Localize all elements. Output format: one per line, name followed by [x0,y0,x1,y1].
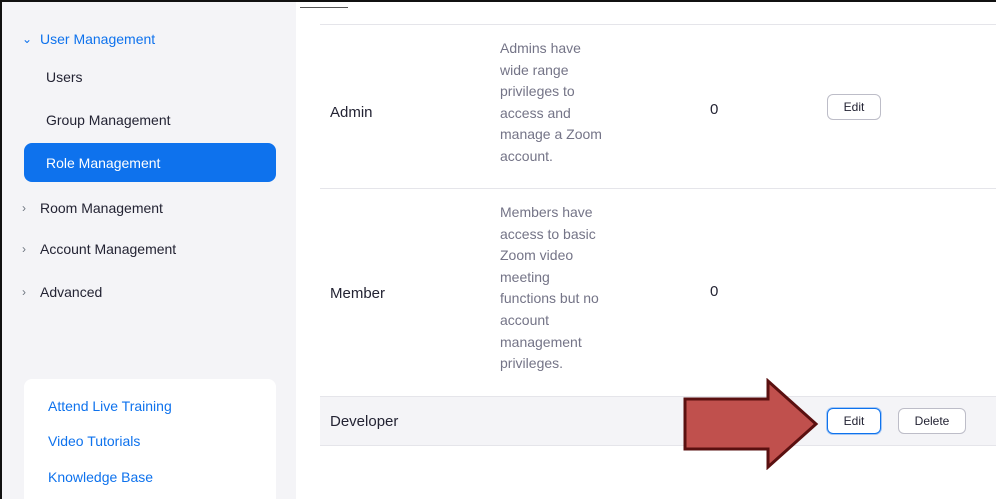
description-line: access to basic [500,225,596,242]
red-arrow-icon [683,378,819,470]
edit-developer-role-button[interactable]: Edit [827,408,881,434]
nav-advanced[interactable]: › Advanced [22,284,102,300]
nav-user-management-label: User Management [40,31,156,47]
description-line: Members have [500,204,593,220]
description-line: wide range [500,61,569,78]
nav-room-management-label: Room Management [40,200,163,216]
description-line: functions but no [500,290,599,307]
knowledge-base-link[interactable]: Knowledge Base [48,469,153,485]
role-name-developer: Developer [330,413,399,430]
role-description-member: Members have access to basic Zoom video … [500,202,630,375]
description-line: manage a Zoom [500,126,602,143]
delete-developer-role-button[interactable]: Delete [898,408,966,434]
chevron-right-icon: › [22,285,26,299]
description-line: privileges to [500,83,575,100]
role-name-member: Member [330,285,386,302]
table-row-member [320,188,996,396]
nav-group-management[interactable]: Group Management [46,112,171,128]
nav-room-management[interactable]: › Room Management [22,200,163,216]
description-line: access and [500,104,571,121]
screenshot-border-top [0,0,996,2]
nav-advanced-label: Advanced [40,284,103,300]
description-line: management [500,333,582,350]
table-row-admin [320,24,996,188]
description-line: privileges. [500,355,564,372]
chevron-right-icon: › [22,201,26,215]
role-description-admin: Admins have wide range privileges to acc… [500,38,630,168]
description-line: account. [500,147,553,164]
video-tutorials-link[interactable]: Video Tutorials [48,433,140,449]
description-line: account [500,311,550,328]
role-user-count-member: 0 [710,283,719,300]
nav-role-management-label: Role Management [46,154,161,171]
chevron-down-icon: ⌄ [22,32,33,46]
description-line: Admins have [500,40,581,56]
nav-account-management[interactable]: › Account Management [22,241,176,257]
nav-users[interactable]: Users [46,69,83,85]
screenshot-border-left [0,0,2,499]
chevron-right-icon: › [22,242,26,256]
nav-user-management[interactable]: ⌄ User Management [22,31,155,47]
nav-role-management[interactable]: Role Management [24,143,276,182]
table-row-developer [320,396,996,446]
edit-admin-role-button[interactable]: Edit [827,94,881,120]
description-line: meeting [500,268,550,285]
description-line: Zoom video [500,247,574,264]
attend-live-training-link[interactable]: Attend Live Training [48,398,172,414]
nav-account-management-label: Account Management [40,241,177,257]
role-name-admin: Admin [330,104,373,121]
role-user-count-admin: 0 [710,101,719,118]
